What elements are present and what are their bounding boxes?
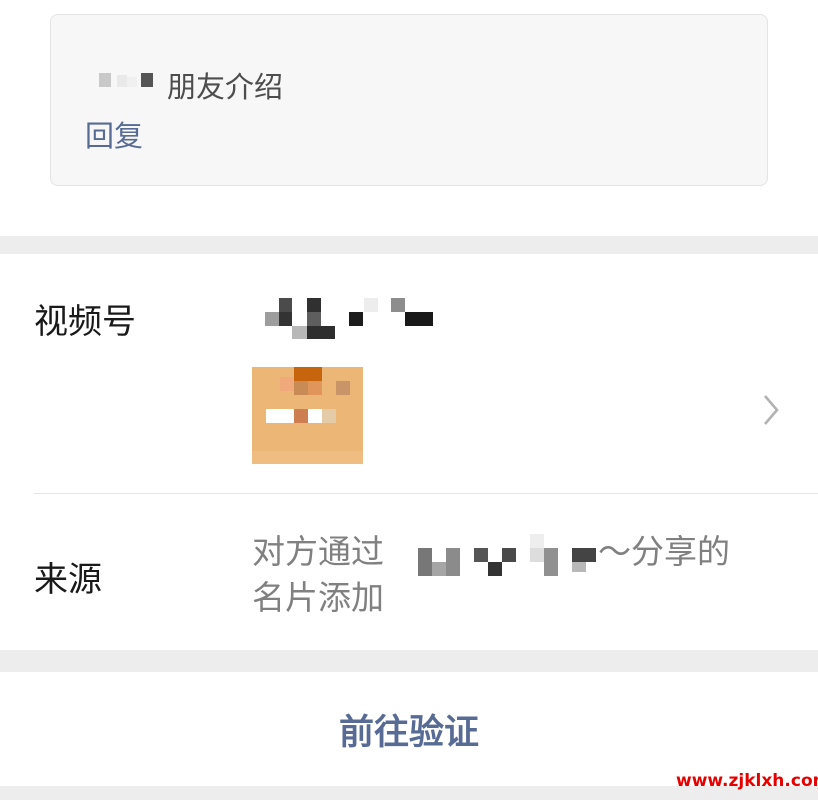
- source-label: 来源: [34, 560, 102, 600]
- source-text-line2: 名片添加: [252, 578, 384, 617]
- source-text-prefix: 对方通过: [252, 532, 384, 571]
- channels-label: 视频号: [34, 302, 136, 342]
- blurred-name: [97, 73, 159, 93]
- watermark-text: www.zjklxh.com: [676, 771, 818, 791]
- request-message-text: 朋友介绍: [167, 70, 284, 104]
- request-message-line: 朋友介绍: [97, 65, 283, 105]
- chevron-right-icon[interactable]: [755, 392, 785, 428]
- row-divider: [34, 493, 818, 494]
- source-text-suffix: ～分享的: [598, 532, 730, 571]
- source-text-line1: 对方通过: [252, 528, 384, 576]
- blurred-channel-name[interactable]: [265, 298, 437, 340]
- reply-button[interactable]: 回复: [85, 113, 143, 155]
- section-gap: [0, 650, 818, 672]
- channel-cover-image[interactable]: [252, 367, 363, 464]
- friend-request-card: 朋友介绍 回复: [50, 14, 768, 186]
- section-gap: [0, 236, 818, 254]
- blurred-referrer-name: [418, 534, 598, 576]
- verify-button[interactable]: 前往验证: [0, 672, 818, 786]
